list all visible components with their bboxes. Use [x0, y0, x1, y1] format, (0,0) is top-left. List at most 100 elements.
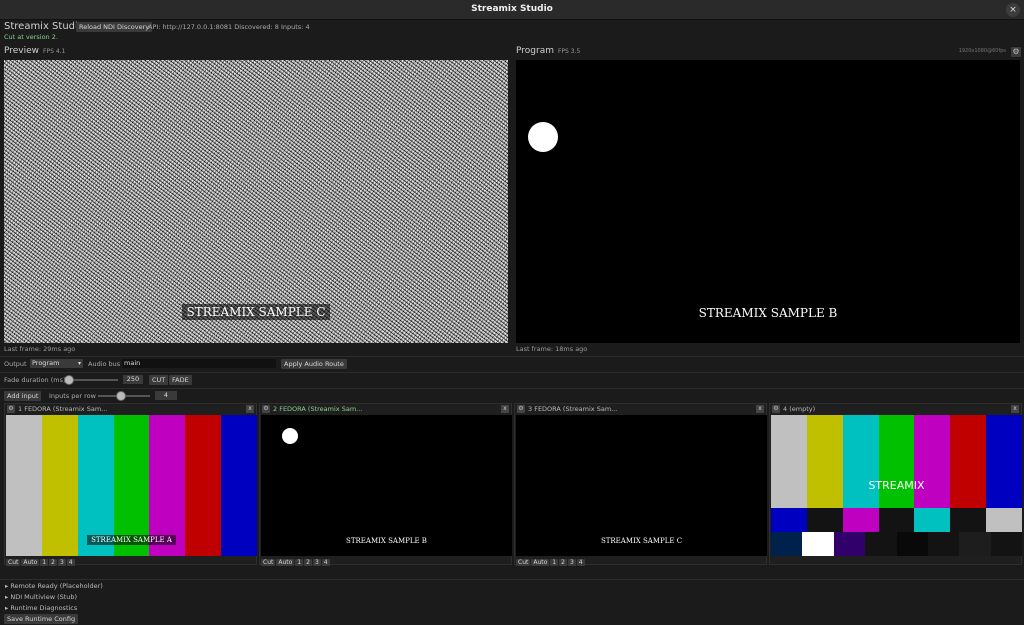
save-runtime-config-button[interactable]: Save Runtime Config	[4, 614, 79, 624]
color-bar	[771, 415, 807, 508]
tile-auto-button[interactable]: Auto	[21, 559, 40, 566]
tile-slot-4-button[interactable]: 4	[66, 559, 75, 566]
output-row: Output Program ▾ Audio bus main Apply Aud…	[0, 356, 1024, 370]
audio-bus-input[interactable]: main	[122, 359, 276, 368]
tile-slot-2-button[interactable]: 2	[559, 559, 567, 566]
tile-slot-1-button[interactable]: 1	[295, 559, 304, 566]
preview-fps: FPS 4.1	[43, 48, 66, 55]
tile-video[interactable]: STREAMIX SAMPLE A	[6, 415, 257, 556]
program-settings-gear-icon[interactable]: ⚙	[1011, 47, 1021, 57]
tile-slot-3-button[interactable]: 3	[567, 559, 576, 566]
tile-cut-button[interactable]: Cut	[6, 559, 21, 566]
tile-overlay-label: STREAMIX	[868, 479, 925, 492]
color-bar	[771, 508, 807, 532]
fade-button[interactable]: FADE	[169, 375, 192, 385]
tile-slot-1-button[interactable]: 1	[550, 559, 559, 566]
window-close-button[interactable]: ×	[1006, 3, 1020, 17]
tile-slot-2-button[interactable]: 2	[49, 559, 57, 566]
inputs-per-row-value[interactable]: 4	[155, 391, 177, 400]
preview-header: Preview FPS 4.1	[4, 46, 65, 58]
fade-duration-value[interactable]: 250	[123, 375, 143, 384]
app-name: Streamix Studio	[4, 21, 84, 32]
color-bar	[914, 415, 951, 508]
tile-slot-3-button[interactable]: 3	[57, 559, 66, 566]
window-title: Streamix Studio	[471, 4, 553, 14]
output-select[interactable]: Program ▾	[30, 359, 83, 368]
tile-slot-2-button[interactable]: 2	[304, 559, 312, 566]
tile-video[interactable]: STREAMIX SAMPLE B	[261, 415, 512, 556]
close-icon[interactable]: x	[246, 405, 254, 413]
close-icon[interactable]: x	[501, 405, 509, 413]
color-bar	[842, 508, 879, 532]
color-bar	[896, 532, 928, 556]
fade-duration-slider-handle[interactable]	[64, 375, 75, 385]
tile-title: 2 FEDORA (Streamix Sam...	[273, 405, 363, 413]
tile-video[interactable]: STREAMIX	[771, 415, 1022, 556]
gear-icon[interactable]: ⚙	[7, 405, 15, 413]
cut-button[interactable]: CUT	[149, 375, 169, 385]
cut-status-message: Cut at version 2.	[4, 33, 58, 41]
preview-label: Preview	[4, 46, 40, 56]
tile-slot-3-button[interactable]: 3	[312, 559, 321, 566]
divider	[0, 579, 1024, 580]
program-monitor[interactable]: STREAMIX SAMPLE B	[516, 60, 1020, 343]
section-remote-ready[interactable]: ▸ Remote Ready (Placeholder)	[5, 582, 103, 590]
tile-actions: Cut Auto 1 2 3 4	[6, 558, 76, 566]
tile-header: ⚙ 1 FEDORA (Streamix Sam... x	[5, 404, 256, 415]
color-bar	[802, 532, 834, 556]
tile-overlay-label: STREAMIX SAMPLE C	[516, 536, 767, 546]
tile-header: ⚙ 4 (empty) x	[770, 404, 1021, 415]
section-runtime-diagnostics[interactable]: ▸ Runtime Diagnostics	[5, 604, 77, 612]
tile-auto-button[interactable]: Auto	[531, 559, 550, 566]
color-bar	[878, 508, 915, 532]
fade-duration-label: Fade duration (ms)	[4, 376, 66, 384]
color-bar	[6, 415, 42, 556]
color-bar	[221, 415, 257, 556]
color-bar	[185, 415, 222, 556]
preview-monitor[interactable]: STREAMIX SAMPLE C	[4, 60, 508, 343]
gear-icon[interactable]: ⚙	[262, 405, 270, 413]
app-topbar: Streamix Studio Reload NDI Discovery API…	[0, 20, 1024, 42]
color-bar	[959, 532, 991, 556]
tile-slot-4-button[interactable]: 4	[576, 559, 585, 566]
inputs-per-row-label: Inputs per row	[49, 392, 96, 400]
apply-audio-route-button[interactable]: Apply Audio Route	[281, 359, 347, 369]
reload-ndi-discovery-button[interactable]: Reload NDI Discovery	[76, 22, 153, 32]
color-bar	[950, 415, 987, 508]
add-input-button[interactable]: Add input	[4, 391, 42, 401]
tile-actions: Cut Auto 1 2 3 4	[261, 558, 331, 566]
tile-slot-1-button[interactable]: 1	[40, 559, 49, 566]
inputs-per-row-slider-handle[interactable]	[116, 391, 127, 401]
program-fps: FPS 3.5	[557, 48, 581, 55]
output-label: Output	[4, 360, 27, 368]
tile-circle	[282, 428, 298, 444]
api-status-text: API: http://127.0.0.1:8081 Discovered: 8…	[148, 23, 310, 31]
tile-cut-button[interactable]: Cut	[516, 559, 531, 566]
input-tile-4[interactable]: ⚙ 4 (empty) x STREAMIX	[769, 403, 1022, 565]
tile-auto-button[interactable]: Auto	[276, 559, 295, 566]
gear-icon[interactable]: ⚙	[517, 405, 525, 413]
tile-overlay-label: STREAMIX SAMPLE A	[6, 535, 257, 545]
audio-bus-label: Audio bus	[88, 360, 121, 368]
chevron-down-icon: ▾	[77, 360, 81, 367]
tile-slot-4-button[interactable]: 4	[321, 559, 330, 566]
color-bar	[833, 532, 866, 556]
program-circle	[528, 122, 558, 152]
tile-title: 4 (empty)	[783, 405, 816, 413]
tile-video[interactable]: STREAMIX SAMPLE C	[516, 415, 767, 556]
program-header: Program FPS 3.5	[516, 46, 580, 58]
section-ndi-multiview[interactable]: ▸ NDI Multiview (Stub)	[5, 593, 77, 601]
tile-cut-button[interactable]: Cut	[261, 559, 276, 566]
preview-last-frame: Last frame: 29ms ago	[4, 345, 76, 353]
program-label: Program	[516, 46, 554, 56]
input-tile-1[interactable]: ⚙ 1 FEDORA (Streamix Sam... x STREAMIX S…	[4, 403, 257, 566]
color-bars-bottom	[771, 532, 1022, 556]
close-icon[interactable]: x	[756, 405, 764, 413]
color-bar	[865, 532, 897, 556]
color-bar	[927, 532, 960, 556]
color-bar	[990, 532, 1022, 556]
input-tile-2[interactable]: ⚙ 2 FEDORA (Streamix Sam... x STREAMIX S…	[259, 403, 512, 566]
input-tile-3[interactable]: ⚙ 3 FEDORA (Streamix Sam... x STREAMIX S…	[514, 403, 767, 566]
gear-icon[interactable]: ⚙	[772, 405, 780, 413]
close-icon[interactable]: x	[1011, 405, 1019, 413]
